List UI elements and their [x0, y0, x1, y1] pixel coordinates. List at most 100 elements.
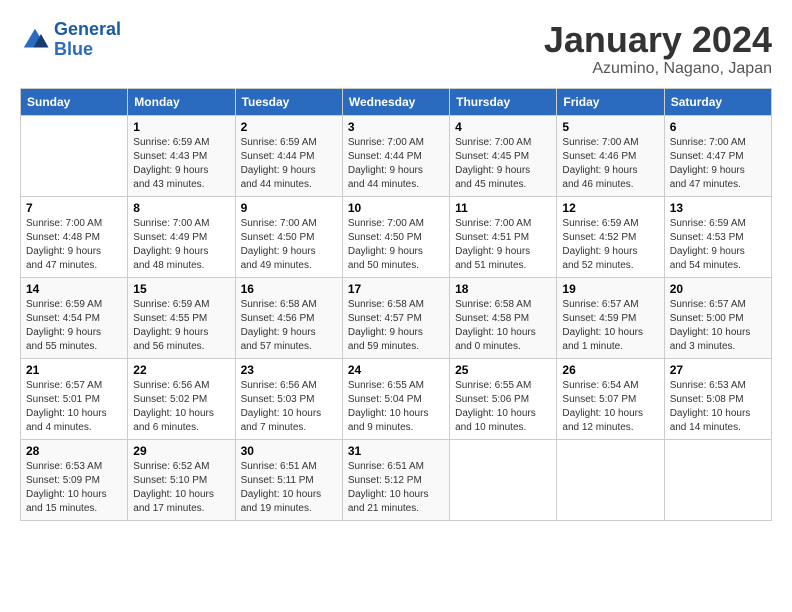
- day-cell: 2 Sunrise: 6:59 AMSunset: 4:44 PMDaylight…: [235, 115, 342, 196]
- title-block: January 2024 Azumino, Nagano, Japan: [544, 20, 772, 78]
- day-number: 5: [562, 120, 658, 134]
- weekday-sunday: Sunday: [21, 88, 128, 115]
- day-cell: 13 Sunrise: 6:59 AMSunset: 4:53 PMDayligh…: [664, 196, 771, 277]
- day-info: Sunrise: 6:51 AMSunset: 5:12 PMDaylight:…: [348, 460, 444, 516]
- day-cell: 17 Sunrise: 6:58 AMSunset: 4:57 PMDayligh…: [342, 277, 449, 358]
- day-number: 25: [455, 363, 551, 377]
- day-info: Sunrise: 7:00 AMSunset: 4:50 PMDaylight:…: [348, 217, 444, 273]
- day-info: Sunrise: 6:54 AMSunset: 5:07 PMDaylight:…: [562, 379, 658, 435]
- month-title: January 2024: [544, 20, 772, 60]
- day-cell: 9 Sunrise: 7:00 AMSunset: 4:50 PMDaylight…: [235, 196, 342, 277]
- day-cell: 12 Sunrise: 6:59 AMSunset: 4:52 PMDayligh…: [557, 196, 664, 277]
- day-cell: 6 Sunrise: 7:00 AMSunset: 4:47 PMDaylight…: [664, 115, 771, 196]
- logo: General Blue: [20, 20, 121, 60]
- day-number: 19: [562, 282, 658, 296]
- day-info: Sunrise: 6:59 AMSunset: 4:52 PMDaylight:…: [562, 217, 658, 273]
- day-cell: 16Sunrise: 6:58 AMSunset: 4:56 PMDayligh…: [235, 277, 342, 358]
- day-number: 24: [348, 363, 444, 377]
- day-info: Sunrise: 7:00 AMSunset: 4:47 PMDaylight:…: [670, 136, 766, 192]
- day-info: Sunrise: 6:59 AMSunset: 4:53 PMDaylight:…: [670, 217, 766, 273]
- logo-text: General Blue: [54, 20, 121, 60]
- day-cell: 5 Sunrise: 7:00 AMSunset: 4:46 PMDaylight…: [557, 115, 664, 196]
- day-cell: 3 Sunrise: 7:00 AMSunset: 4:44 PMDaylight…: [342, 115, 449, 196]
- day-info: Sunrise: 7:00 AMSunset: 4:45 PMDaylight:…: [455, 136, 551, 192]
- day-number: 11: [455, 201, 551, 215]
- day-number: 12: [562, 201, 658, 215]
- day-cell: 22 Sunrise: 6:56 AMSunset: 5:02 PMDayligh…: [128, 358, 235, 439]
- day-info: Sunrise: 6:56 AMSunset: 5:03 PMDaylight:…: [241, 379, 337, 435]
- day-number: 14: [26, 282, 122, 296]
- week-row-3: 21Sunrise: 6:57 AMSunset: 5:01 PMDayligh…: [21, 358, 772, 439]
- day-info: Sunrise: 6:57 AMSunset: 4:59 PMDaylight:…: [562, 298, 658, 354]
- day-number: 8: [133, 201, 229, 215]
- day-info: Sunrise: 6:58 AMSunset: 4:57 PMDaylight:…: [348, 298, 444, 354]
- day-info: Sunrise: 6:53 AMSunset: 5:09 PMDaylight:…: [26, 460, 122, 516]
- day-cell: 28 Sunrise: 6:53 AMSunset: 5:09 PMDayligh…: [21, 439, 128, 520]
- day-cell: 19 Sunrise: 6:57 AMSunset: 4:59 PMDayligh…: [557, 277, 664, 358]
- day-info: Sunrise: 6:59 AMSunset: 4:54 PMDaylight:…: [26, 298, 122, 354]
- day-number: 13: [670, 201, 766, 215]
- day-number: 10: [348, 201, 444, 215]
- day-number: 6: [670, 120, 766, 134]
- day-cell: 27 Sunrise: 6:53 AMSunset: 5:08 PMDayligh…: [664, 358, 771, 439]
- day-info: Sunrise: 6:58 AMSunset: 4:58 PMDaylight:…: [455, 298, 551, 354]
- day-cell: 4 Sunrise: 7:00 AMSunset: 4:45 PMDaylight…: [450, 115, 557, 196]
- day-cell: 11 Sunrise: 7:00 AMSunset: 4:51 PMDayligh…: [450, 196, 557, 277]
- day-info: Sunrise: 6:57 AMSunset: 5:00 PMDaylight:…: [670, 298, 766, 354]
- day-number: 3: [348, 120, 444, 134]
- day-info: Sunrise: 7:00 AMSunset: 4:49 PMDaylight:…: [133, 217, 229, 273]
- day-number: 18: [455, 282, 551, 296]
- day-info: Sunrise: 7:00 AMSunset: 4:51 PMDaylight:…: [455, 217, 551, 273]
- day-cell: 14 Sunrise: 6:59 AMSunset: 4:54 PMDayligh…: [21, 277, 128, 358]
- day-info: Sunrise: 6:53 AMSunset: 5:08 PMDaylight:…: [670, 379, 766, 435]
- day-cell: 30 Sunrise: 6:51 AMSunset: 5:11 PMDayligh…: [235, 439, 342, 520]
- day-cell: 23Sunrise: 6:56 AMSunset: 5:03 PMDayligh…: [235, 358, 342, 439]
- day-cell: 1Sunrise: 6:59 AMSunset: 4:43 PMDaylight…: [128, 115, 235, 196]
- day-cell: 7 Sunrise: 7:00 AMSunset: 4:48 PMDaylight…: [21, 196, 128, 277]
- day-cell: [450, 439, 557, 520]
- day-info: Sunrise: 6:52 AMSunset: 5:10 PMDaylight:…: [133, 460, 229, 516]
- day-number: 15: [133, 282, 229, 296]
- day-cell: 20Sunrise: 6:57 AMSunset: 5:00 PMDayligh…: [664, 277, 771, 358]
- day-info: Sunrise: 6:59 AMSunset: 4:55 PMDaylight:…: [133, 298, 229, 354]
- day-number: 26: [562, 363, 658, 377]
- day-number: 27: [670, 363, 766, 377]
- day-number: 31: [348, 444, 444, 458]
- day-number: 17: [348, 282, 444, 296]
- day-info: Sunrise: 7:00 AMSunset: 4:48 PMDaylight:…: [26, 217, 122, 273]
- day-info: Sunrise: 6:55 AMSunset: 5:04 PMDaylight:…: [348, 379, 444, 435]
- calendar-table: SundayMondayTuesdayWednesdayThursdayFrid…: [20, 88, 772, 521]
- day-cell: 24 Sunrise: 6:55 AMSunset: 5:04 PMDayligh…: [342, 358, 449, 439]
- day-cell: 10 Sunrise: 7:00 AMSunset: 4:50 PMDayligh…: [342, 196, 449, 277]
- day-cell: 15 Sunrise: 6:59 AMSunset: 4:55 PMDayligh…: [128, 277, 235, 358]
- day-number: 7: [26, 201, 122, 215]
- day-number: 21: [26, 363, 122, 377]
- weekday-header: SundayMondayTuesdayWednesdayThursdayFrid…: [21, 88, 772, 115]
- day-info: Sunrise: 6:59 AMSunset: 4:43 PMDaylight:…: [133, 136, 229, 192]
- day-cell: 8 Sunrise: 7:00 AMSunset: 4:49 PMDaylight…: [128, 196, 235, 277]
- week-row-2: 14 Sunrise: 6:59 AMSunset: 4:54 PMDayligh…: [21, 277, 772, 358]
- day-info: Sunrise: 6:51 AMSunset: 5:11 PMDaylight:…: [241, 460, 337, 516]
- weekday-friday: Friday: [557, 88, 664, 115]
- day-number: 4: [455, 120, 551, 134]
- day-number: 22: [133, 363, 229, 377]
- day-cell: [21, 115, 128, 196]
- week-row-0: 1Sunrise: 6:59 AMSunset: 4:43 PMDaylight…: [21, 115, 772, 196]
- page-header: General Blue January 2024 Azumino, Nagan…: [20, 20, 772, 78]
- day-cell: 21Sunrise: 6:57 AMSunset: 5:01 PMDayligh…: [21, 358, 128, 439]
- day-number: 16: [241, 282, 337, 296]
- day-number: 9: [241, 201, 337, 215]
- day-info: Sunrise: 7:00 AMSunset: 4:50 PMDaylight:…: [241, 217, 337, 273]
- day-cell: 26 Sunrise: 6:54 AMSunset: 5:07 PMDayligh…: [557, 358, 664, 439]
- weekday-tuesday: Tuesday: [235, 88, 342, 115]
- day-info: Sunrise: 7:00 AMSunset: 4:46 PMDaylight:…: [562, 136, 658, 192]
- day-info: Sunrise: 7:00 AMSunset: 4:44 PMDaylight:…: [348, 136, 444, 192]
- day-number: 28: [26, 444, 122, 458]
- day-info: Sunrise: 6:56 AMSunset: 5:02 PMDaylight:…: [133, 379, 229, 435]
- day-number: 30: [241, 444, 337, 458]
- day-number: 2: [241, 120, 337, 134]
- weekday-wednesday: Wednesday: [342, 88, 449, 115]
- day-cell: 18 Sunrise: 6:58 AMSunset: 4:58 PMDayligh…: [450, 277, 557, 358]
- week-row-4: 28 Sunrise: 6:53 AMSunset: 5:09 PMDayligh…: [21, 439, 772, 520]
- day-info: Sunrise: 6:59 AMSunset: 4:44 PMDaylight:…: [241, 136, 337, 192]
